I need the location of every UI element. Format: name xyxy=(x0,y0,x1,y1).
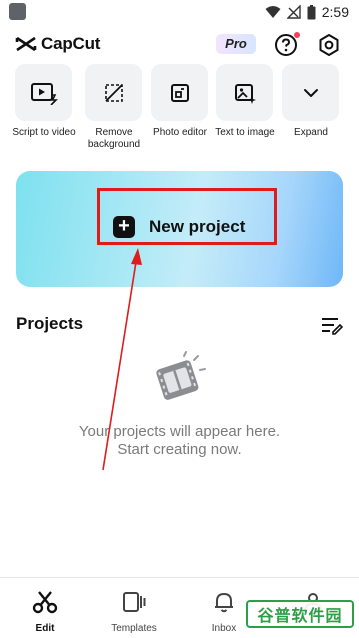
annotation-highlight-box xyxy=(97,188,277,245)
bell-icon xyxy=(215,593,233,613)
capcut-logo: CapCut xyxy=(15,34,100,54)
tool-tile[interactable] xyxy=(15,64,72,121)
nav-label: Edit xyxy=(35,623,55,634)
notification-dot xyxy=(294,32,300,38)
text-to-image-icon xyxy=(234,83,256,104)
settings-button[interactable] xyxy=(317,33,341,57)
tool-label: Expand xyxy=(294,127,328,138)
templates-icon xyxy=(123,592,146,612)
watermark: 谷普软件园 xyxy=(246,600,354,628)
tool-remove-background[interactable]: Remove background xyxy=(85,64,143,151)
empty-projects-illustration xyxy=(150,350,212,406)
tool-script-to-video[interactable]: Script to video xyxy=(12,64,76,139)
status-time: 2:59 xyxy=(321,4,349,20)
tool-photo-editor[interactable]: Photo editor xyxy=(151,64,209,139)
status-indicators: 2:59 xyxy=(265,4,349,20)
remove-background-icon xyxy=(104,83,123,102)
photo-editor-icon xyxy=(170,83,189,102)
nav-edit[interactable]: Edit xyxy=(9,590,81,634)
tool-expand[interactable]: Expand xyxy=(282,64,340,139)
sort-button[interactable] xyxy=(321,315,344,335)
settings-icon xyxy=(319,34,339,56)
empty-message-line-2: Start creating now. xyxy=(117,441,242,458)
scissors-icon xyxy=(32,591,58,614)
tools-row: Script to video Remove background Photo … xyxy=(12,64,359,154)
app-name: CapCut xyxy=(41,34,101,53)
tool-tile[interactable] xyxy=(85,64,142,121)
pro-badge[interactable]: Pro xyxy=(216,34,256,54)
tool-tile[interactable] xyxy=(151,64,208,121)
app-notification-icon xyxy=(9,3,26,20)
empty-message-line-1: Your projects will appear here. xyxy=(78,423,281,440)
film-reel-icon xyxy=(156,351,206,400)
nav-templates[interactable]: Templates xyxy=(98,590,170,634)
script-video-icon xyxy=(30,82,58,105)
tool-tile[interactable] xyxy=(282,64,339,121)
tool-label: Script to video xyxy=(12,127,76,138)
capcut-logo-icon xyxy=(15,36,37,52)
nav-label: Templates xyxy=(111,623,157,634)
chevron-down-icon xyxy=(303,88,318,97)
tool-tile[interactable] xyxy=(216,64,273,121)
status-bar: 2:59 xyxy=(0,0,359,26)
sort-edit-icon xyxy=(322,318,344,335)
battery-icon xyxy=(307,4,316,19)
wifi-icon xyxy=(265,6,281,18)
projects-heading: Projects xyxy=(16,314,84,333)
empty-projects-message: Your projects will appear here. Start cr… xyxy=(0,423,359,459)
tool-text-to-image[interactable]: Text to image xyxy=(215,64,275,139)
help-button[interactable] xyxy=(274,32,300,57)
app-header: CapCut Pro xyxy=(0,30,359,60)
signal-icon xyxy=(286,5,301,19)
